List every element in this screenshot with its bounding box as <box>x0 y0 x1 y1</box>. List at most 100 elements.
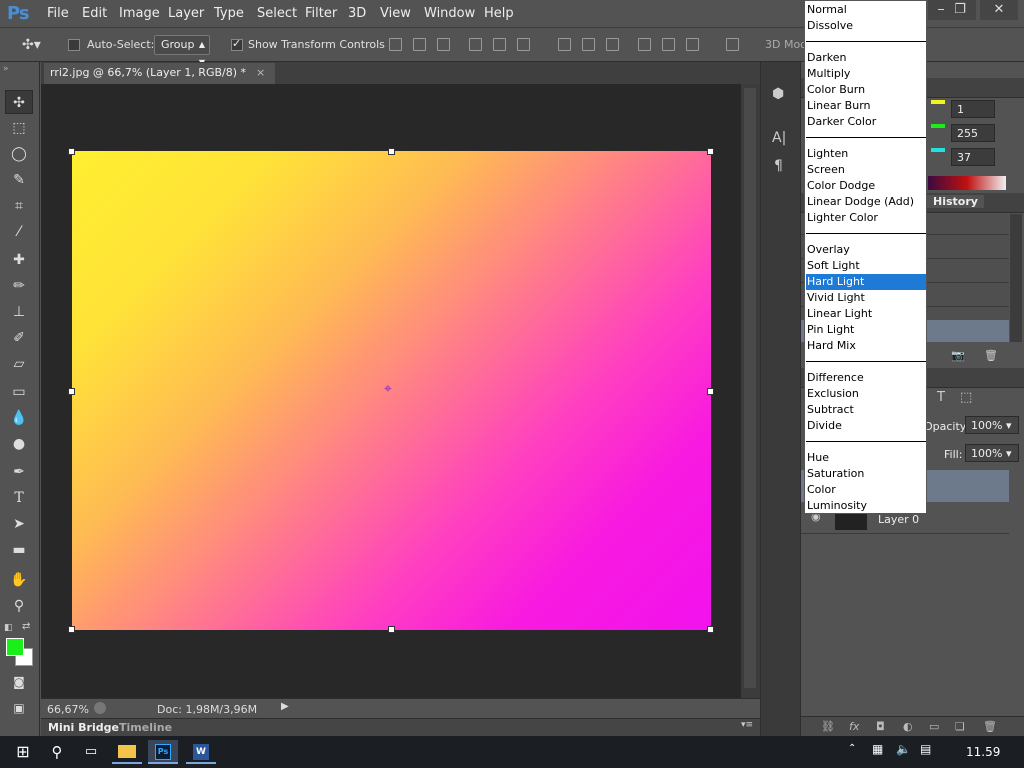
file-explorer-icon[interactable] <box>112 740 142 764</box>
collapse-panel-icon[interactable]: » <box>3 64 9 74</box>
blend-mode-option[interactable]: Vivid Light <box>806 290 926 306</box>
blend-mode-option[interactable]: Luminosity <box>806 498 926 514</box>
status-info-icon[interactable] <box>94 702 106 714</box>
dodge-tool-icon[interactable]: ● <box>5 432 33 456</box>
distribute-bottom-icon[interactable] <box>606 38 619 51</box>
opacity-field[interactable]: 100% ▾ <box>965 416 1019 434</box>
align-top-icon[interactable] <box>389 38 402 51</box>
align-right-icon[interactable] <box>517 38 530 51</box>
distribute-top-icon[interactable] <box>558 38 571 51</box>
marquee-tool-icon[interactable]: ⬚ <box>5 116 33 140</box>
link-layers-icon[interactable]: ⛓ <box>821 720 835 733</box>
photoshop-icon[interactable]: Ps <box>148 740 178 764</box>
menu-edit[interactable]: Edit <box>82 6 107 21</box>
blend-mode-option[interactable]: Color Dodge <box>806 178 926 194</box>
eraser-tool-icon[interactable]: ▱ <box>5 352 33 376</box>
menu-layer[interactable]: Layer <box>168 6 204 21</box>
reference-point-icon[interactable]: ⌖ <box>384 381 392 397</box>
color-ramp[interactable] <box>928 176 1006 190</box>
zoom-tool-icon[interactable]: ⚲ <box>5 594 33 618</box>
transform-handle[interactable] <box>68 148 75 155</box>
document-tab[interactable]: rri2.jpg @ 66,7% (Layer 1, RGB/8) * × <box>44 63 276 84</box>
filter-shape-layer-icon[interactable]: ⬚ <box>960 390 972 405</box>
filter-type-layer-icon[interactable]: T <box>937 390 945 405</box>
word-icon[interactable]: W <box>186 740 216 764</box>
eyedropper-tool-icon[interactable]: ⁄ <box>5 220 33 244</box>
start-icon[interactable]: ⊞ <box>8 740 38 764</box>
blend-mode-option[interactable]: Saturation <box>806 466 926 482</box>
color-field-g[interactable]: 255 <box>951 124 995 142</box>
auto-select-checkbox[interactable] <box>68 39 80 51</box>
blend-mode-option[interactable]: Hard Mix <box>806 338 926 354</box>
menu-select[interactable]: Select <box>257 6 297 21</box>
menu-help[interactable]: Help <box>484 6 514 21</box>
color-field-b[interactable]: 37 <box>951 148 995 166</box>
blend-mode-option[interactable]: Darker Color <box>806 114 926 130</box>
adjustment-layer-icon[interactable]: ◐ <box>903 720 913 733</box>
align-horizontal-center-icon[interactable] <box>493 38 506 51</box>
panel-menu-icon[interactable]: ▾≡ <box>741 720 753 730</box>
delete-layer-icon[interactable]: 🗑 <box>983 720 997 733</box>
vertical-scrollbar[interactable] <box>741 84 760 698</box>
crop-tool-icon[interactable]: ⌗ <box>5 194 33 218</box>
transform-handle[interactable] <box>68 388 75 395</box>
show-transform-checkbox[interactable]: ✓ <box>231 37 243 51</box>
distribute-left-icon[interactable] <box>638 38 651 51</box>
history-brush-tool-icon[interactable]: ✐ <box>5 326 33 350</box>
blend-mode-option[interactable]: Hue <box>806 450 926 466</box>
clone-stamp-tool-icon[interactable]: ⊥ <box>5 300 33 324</box>
screen-mode-icon[interactable]: ▣ <box>5 696 33 720</box>
transform-handle[interactable] <box>68 626 75 633</box>
menu-window[interactable]: Window <box>424 6 475 21</box>
transform-handle[interactable] <box>388 626 395 633</box>
fill-field[interactable]: 100% ▾ <box>965 444 1019 462</box>
hand-tool-icon[interactable]: ✋ <box>5 568 33 592</box>
distribute-horizontal-center-icon[interactable] <box>662 38 675 51</box>
menu-filter[interactable]: Filter <box>305 6 337 21</box>
default-colors-icon[interactable]: ◧ <box>4 623 13 633</box>
action-center-icon[interactable]: ▤ <box>920 742 931 756</box>
transform-handle[interactable] <box>707 388 714 395</box>
pen-tool-icon[interactable]: ✒ <box>5 460 33 484</box>
blend-mode-option[interactable]: Difference <box>806 370 926 386</box>
menu-image[interactable]: Image <box>119 6 160 21</box>
network-icon[interactable]: ▦ <box>872 742 883 756</box>
menu-file[interactable]: File <box>47 6 69 21</box>
distribute-right-icon[interactable] <box>686 38 699 51</box>
3d-panel-icon[interactable]: ⬢ <box>772 86 784 102</box>
blend-mode-option[interactable]: Darken <box>806 50 926 66</box>
menu-type[interactable]: Type <box>214 6 244 21</box>
blend-mode-option[interactable]: Color Burn <box>806 82 926 98</box>
lasso-tool-icon[interactable]: ◯ <box>5 142 33 166</box>
blend-mode-option[interactable]: Lighten <box>806 146 926 162</box>
blue-slider-track[interactable] <box>931 148 945 152</box>
show-hidden-icons-icon[interactable]: ⌃ <box>848 743 856 754</box>
gradient-tool-icon[interactable]: ▭ <box>5 380 33 404</box>
align-left-icon[interactable] <box>469 38 482 51</box>
foreground-color-swatch[interactable] <box>6 638 24 656</box>
align-vertical-center-icon[interactable] <box>413 38 426 51</box>
blend-mode-option[interactable]: Screen <box>806 162 926 178</box>
brush-tool-icon[interactable]: ✏ <box>5 274 33 298</box>
auto-align-layers-icon[interactable] <box>726 38 739 51</box>
color-field-r[interactable]: 1 <box>951 100 995 118</box>
blend-mode-option[interactable]: Overlay <box>806 242 926 258</box>
menu-view[interactable]: View <box>380 6 411 21</box>
blend-mode-option[interactable]: Soft Light <box>806 258 926 274</box>
blend-mode-option[interactable]: Normal <box>806 2 926 18</box>
menu-3d[interactable]: 3D <box>348 6 366 21</box>
zoom-level[interactable]: 66,67% <box>47 703 89 716</box>
transform-handle[interactable] <box>707 626 714 633</box>
move-tool-icon[interactable]: ✣ <box>5 90 33 114</box>
align-bottom-icon[interactable] <box>437 38 450 51</box>
volume-muted-icon[interactable]: 🔈 <box>896 742 911 756</box>
red-slider-track[interactable] <box>931 100 945 104</box>
blend-mode-option[interactable]: Color <box>806 482 926 498</box>
restore-button[interactable]: ❐ <box>944 0 976 20</box>
rectangle-tool-icon[interactable]: ▬ <box>5 538 33 562</box>
quick-mask-icon[interactable]: ◙ <box>5 670 33 694</box>
new-snapshot-icon[interactable]: 📷 <box>951 349 965 362</box>
taskbar-clock[interactable]: 11.59 <box>966 745 1000 759</box>
search-icon[interactable]: ⚲ <box>42 740 72 764</box>
layer-style-icon[interactable]: fx <box>849 720 859 733</box>
